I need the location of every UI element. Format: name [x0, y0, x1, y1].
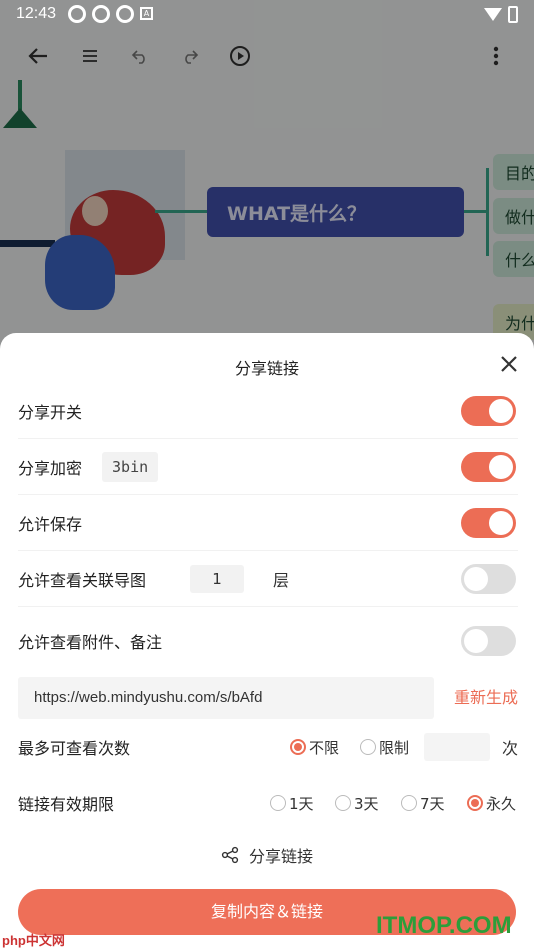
layer-unit-label: 层 [273, 570, 290, 590]
radio-unchecked-icon [360, 739, 376, 755]
allow-save-toggle[interactable] [461, 507, 516, 538]
notification-app-icon [92, 5, 111, 23]
share-url-field[interactable]: https://web.mindyushu.com/s/bAfd [18, 677, 434, 719]
radio-checked-icon [290, 739, 306, 755]
share-switch-toggle[interactable] [461, 395, 516, 426]
radio-unchecked-icon [270, 795, 286, 811]
share-icon [221, 846, 239, 864]
layer-count-input[interactable]: 1 [190, 564, 244, 593]
attachments-toggle[interactable] [461, 626, 516, 656]
itmop-watermark: ITMOP.COM [376, 912, 512, 939]
php-watermark: php中文网 [2, 933, 65, 948]
allow-save-row: 允许保存 [18, 495, 518, 551]
share-encrypt-toggle[interactable] [461, 451, 516, 482]
share-encrypt-row: 分享加密 3bin [18, 439, 518, 495]
share-switch-label: 分享开关 [18, 402, 83, 422]
radio-checked-icon [467, 795, 483, 811]
validity-row: 链接有效期限 1天 3天 7天 永久 [18, 783, 518, 823]
validity-label: 链接有效期限 [18, 795, 115, 814]
radio-label: 1天 [289, 794, 314, 813]
notification-app-icon [116, 5, 135, 23]
max-views-row: 最多可查看次数 不限 限制 次 [18, 727, 518, 767]
share-password-field[interactable]: 3bin [102, 451, 159, 482]
attachments-label: 允许查看附件、备注 [18, 633, 163, 652]
share-url-row: https://web.mindyushu.com/s/bAfd 重新生成 [18, 677, 518, 719]
status-time: 12:43 [16, 5, 57, 22]
radio-unchecked-icon [335, 795, 351, 811]
sheet-title: 分享链接 [234, 359, 299, 378]
status-bar: 12:43 A [0, 0, 534, 28]
max-views-input[interactable] [424, 733, 490, 761]
max-views-unlimited-radio[interactable]: 不限 [290, 737, 339, 758]
radio-label: 不限 [309, 738, 340, 757]
related-maps-label: 允许查看关联导图 [18, 570, 147, 590]
regenerate-link-button[interactable]: 重新生成 [454, 677, 518, 719]
attachments-row: 允许查看附件、备注 [18, 613, 518, 669]
radio-label: 3天 [354, 794, 379, 813]
wifi-icon [484, 7, 502, 21]
share-link-button[interactable]: 分享链接 [0, 843, 534, 867]
share-link-sheet: 分享链接 分享开关 分享加密 3bin 允许保存 允许查看关联导图 1 层 允许… [0, 333, 534, 950]
validity-forever-radio[interactable]: 永久 [467, 793, 516, 814]
notification-a-icon: A [140, 7, 154, 20]
radio-label: 7天 [420, 794, 445, 813]
share-link-label: 分享链接 [248, 847, 313, 866]
validity-7d-radio[interactable]: 7天 [401, 793, 445, 814]
radio-label: 限制 [379, 738, 410, 757]
related-maps-toggle[interactable] [461, 563, 516, 594]
related-maps-row: 允许查看关联导图 1 层 [18, 551, 518, 607]
radio-label: 永久 [486, 794, 517, 813]
max-views-limited-radio[interactable]: 限制 [360, 737, 409, 758]
validity-3d-radio[interactable]: 3天 [335, 793, 379, 814]
share-switch-row: 分享开关 [18, 383, 518, 439]
validity-1d-radio[interactable]: 1天 [270, 793, 314, 814]
allow-save-label: 允许保存 [18, 514, 83, 534]
share-encrypt-label: 分享加密 [18, 458, 83, 478]
radio-unchecked-icon [401, 795, 417, 811]
notification-app-icon [68, 5, 87, 23]
close-icon[interactable] [496, 355, 522, 381]
max-views-unit: 次 [501, 739, 518, 758]
battery-icon [508, 5, 518, 23]
max-views-label: 最多可查看次数 [18, 739, 131, 758]
